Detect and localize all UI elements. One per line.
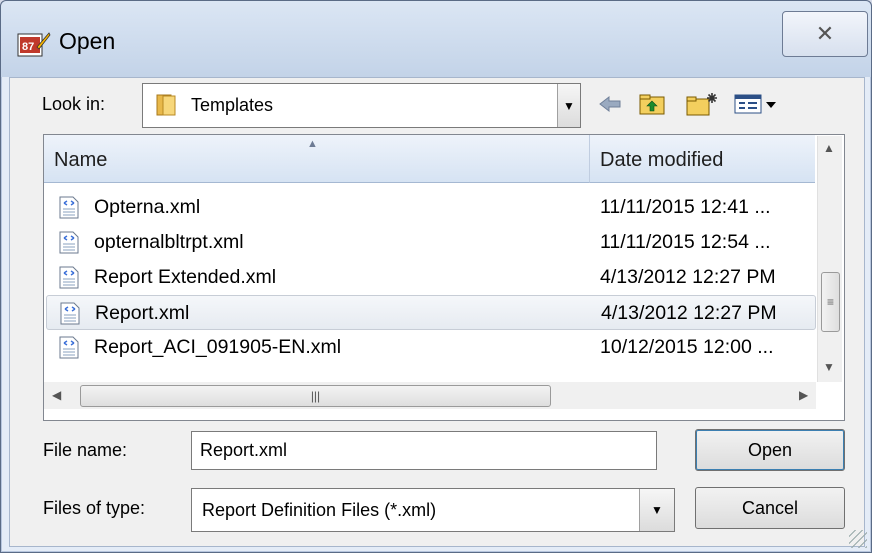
- xml-file-icon: [59, 336, 79, 359]
- scroll-up-icon[interactable]: ▲: [823, 141, 835, 155]
- chevron-down-icon[interactable]: ▼: [639, 489, 674, 531]
- horizontal-scrollbar[interactable]: ◀ ||| ▶: [44, 382, 816, 409]
- column-name-label: Name: [54, 149, 108, 171]
- file-date: 11/11/2015 12:41 ...: [600, 196, 771, 218]
- column-header-name[interactable]: ▲ Name: [44, 135, 590, 183]
- xml-file-icon: [59, 231, 79, 254]
- horizontal-scroll-thumb[interactable]: |||: [80, 385, 551, 407]
- xml-file-icon: [59, 196, 79, 219]
- list-item[interactable]: Report Extended.xml 4/13/2012 12:27 PM: [46, 260, 816, 295]
- scroll-left-icon[interactable]: ◀: [52, 388, 61, 402]
- column-date-label: Date modified: [600, 149, 724, 171]
- open-button-label: Open: [747, 439, 793, 460]
- file-date: 4/13/2012 12:27 PM: [601, 302, 777, 324]
- list-item[interactable]: opternalbltrpt.xml 11/11/2015 12:54 ...: [46, 225, 816, 260]
- xml-file-icon: [59, 266, 79, 289]
- app-icon: 87: [17, 32, 51, 57]
- sort-ascending-icon: ▲: [307, 138, 318, 150]
- list-item[interactable]: Report_ACI_091905-EN.xml 10/12/2015 12:0…: [46, 330, 816, 365]
- scroll-down-icon[interactable]: ▼: [823, 360, 835, 374]
- open-dialog: 87 Open ✕ Look in: Templates ▼ ▲ Name Da…: [0, 0, 872, 553]
- file-name: Report.xml: [95, 302, 190, 324]
- filename-label: File name:: [43, 440, 128, 460]
- views-menu-icon[interactable]: [731, 87, 783, 121]
- file-list[interactable]: ▲ Name Date modified Opterna.xml 11/11/2…: [43, 134, 845, 421]
- up-folder-icon[interactable]: [635, 87, 669, 121]
- column-header-date[interactable]: Date modified: [590, 135, 815, 183]
- filetype-value: Report Definition Files (*.xml): [202, 500, 437, 520]
- folder-icon: [156, 94, 176, 116]
- filename-input[interactable]: Report.xml: [191, 431, 657, 470]
- back-arrow-icon[interactable]: [595, 87, 625, 121]
- close-button[interactable]: ✕: [782, 11, 868, 57]
- file-name: opternalbltrpt.xml: [94, 231, 244, 253]
- filename-value: Report.xml: [200, 440, 288, 460]
- file-date: 4/13/2012 12:27 PM: [600, 266, 776, 288]
- open-button[interactable]: Open: [695, 429, 845, 471]
- vertical-scroll-thumb[interactable]: ≡: [821, 272, 840, 332]
- new-folder-icon[interactable]: [683, 87, 721, 121]
- lookin-label: Look in:: [42, 94, 106, 114]
- lookin-combo[interactable]: Templates ▼: [142, 83, 581, 128]
- close-icon: ✕: [815, 21, 835, 46]
- vertical-scrollbar[interactable]: ▲ ≡ ▼: [817, 136, 842, 382]
- dialog-title: Open: [59, 28, 116, 54]
- file-name: Report_ACI_091905-EN.xml: [94, 336, 342, 358]
- file-name: Report Extended.xml: [94, 266, 277, 288]
- scroll-right-icon[interactable]: ▶: [799, 388, 808, 402]
- chevron-down-icon[interactable]: ▼: [557, 84, 580, 127]
- file-name: Opterna.xml: [94, 196, 201, 218]
- cancel-button[interactable]: Cancel: [695, 487, 845, 529]
- file-date: 11/11/2015 12:54 ...: [600, 231, 771, 253]
- filetype-combo[interactable]: Report Definition Files (*.xml) ▼: [191, 488, 675, 532]
- cancel-button-label: Cancel: [741, 497, 799, 518]
- svg-text:87: 87: [22, 41, 34, 53]
- file-date: 10/12/2015 12:00 ...: [600, 336, 774, 358]
- title-bar[interactable]: 87 Open ✕: [1, 1, 871, 77]
- xml-file-icon: [60, 302, 80, 325]
- filetype-label: Files of type:: [43, 498, 146, 518]
- list-item-selected[interactable]: Report.xml 4/13/2012 12:27 PM: [46, 295, 816, 330]
- lookin-value: Templates: [191, 95, 274, 115]
- list-item[interactable]: Opterna.xml 11/11/2015 12:41 ...: [46, 190, 816, 225]
- resize-grip-icon[interactable]: [849, 530, 867, 548]
